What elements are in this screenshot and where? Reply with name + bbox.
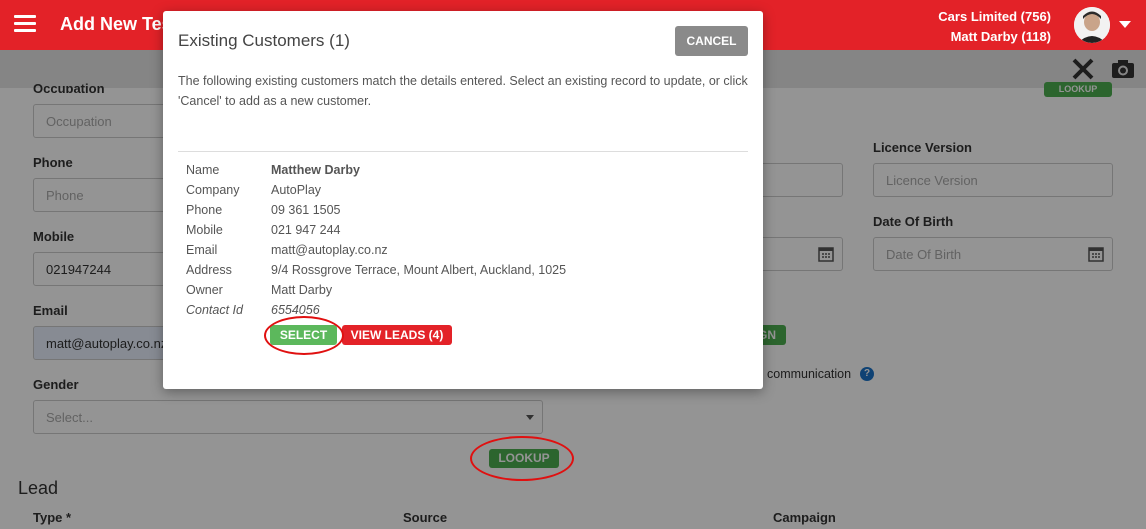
modal-title: Existing Customers (1)	[178, 31, 350, 50]
detail-row-email: Email matt@autoplay.co.nz	[186, 240, 566, 260]
account-company: Cars Limited (756)	[938, 9, 1051, 24]
detail-row-owner: Owner Matt Darby	[186, 280, 566, 300]
chevron-down-icon[interactable]	[1119, 21, 1131, 28]
account-info[interactable]: Cars Limited (756) Matt Darby (118)	[938, 7, 1051, 47]
account-user: Matt Darby (118)	[950, 29, 1051, 44]
detail-row-phone: Phone 09 361 1505	[186, 200, 566, 220]
detail-row-contact-id: Contact Id 6554056	[186, 300, 566, 320]
customer-company: AutoPlay	[271, 183, 322, 197]
customer-name: Matthew Darby	[271, 163, 360, 177]
annotation-circle-select	[264, 316, 344, 355]
modal-description: The following existing customers match t…	[178, 74, 748, 108]
detail-row-name: Name Matthew Darby	[186, 160, 566, 180]
page-title: Add New Tes	[60, 14, 172, 34]
customer-email: matt@autoplay.co.nz	[271, 243, 388, 257]
annotation-circle-lookup	[470, 436, 574, 481]
customer-address: 9/4 Rossgrove Terrace, Mount Albert, Auc…	[271, 263, 567, 277]
customer-owner: Matt Darby	[271, 283, 333, 297]
detail-row-company: Company AutoPlay	[186, 180, 566, 200]
detail-row-address: Address 9/4 Rossgrove Terrace, Mount Albe…	[186, 260, 566, 280]
avatar[interactable]	[1074, 7, 1110, 43]
customer-mobile: 021 947 244	[271, 223, 341, 237]
cancel-button[interactable]: CANCEL	[675, 26, 748, 56]
menu-icon[interactable]	[14, 15, 36, 33]
divider	[178, 151, 748, 152]
customer-phone: 09 361 1505	[271, 203, 341, 217]
customer-details: Name Matthew Darby Company AutoPlay Phone 0…	[186, 160, 566, 320]
existing-customers-modal: Existing Customers (1) CANCEL The follow…	[163, 11, 763, 389]
detail-row-mobile: Mobile 021 947 244	[186, 220, 566, 240]
view-leads-button[interactable]: VIEW LEADS (4)	[342, 325, 452, 345]
